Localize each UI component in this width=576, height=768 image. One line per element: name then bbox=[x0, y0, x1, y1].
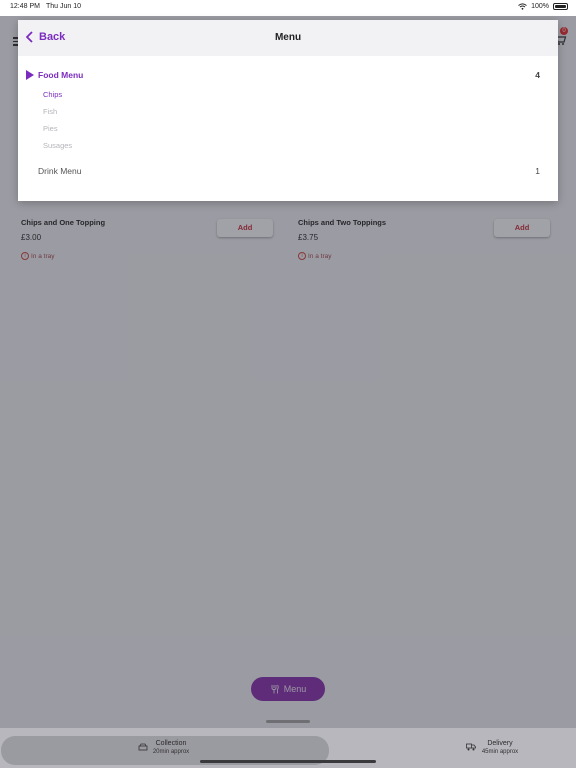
home-indicator bbox=[200, 760, 376, 763]
subcategory-fish[interactable]: Fish bbox=[43, 107, 57, 116]
subcategory-pies[interactable]: Pies bbox=[43, 124, 58, 133]
status-date: Thu Jun 10 bbox=[46, 3, 82, 10]
category-food-menu[interactable]: Food Menu 4 bbox=[26, 70, 540, 80]
category-label: Food Menu bbox=[38, 70, 84, 80]
collection-icon bbox=[138, 743, 148, 751]
battery-icon bbox=[553, 3, 568, 10]
panel-title: Menu bbox=[274, 32, 302, 43]
category-count: 4 bbox=[535, 70, 540, 80]
delivery-icon[interactable] bbox=[466, 743, 476, 751]
panel-header: Back Menu bbox=[18, 20, 558, 56]
delivery-label: Delivery bbox=[487, 740, 513, 747]
menu-panel: Back Menu Food Menu 4 Chips Fish Pies Su… bbox=[18, 20, 558, 201]
category-drink-menu[interactable]: Drink Menu 1 bbox=[38, 166, 540, 176]
subcategory-susages[interactable]: Susages bbox=[43, 141, 72, 150]
battery-percent: 100% bbox=[531, 3, 549, 10]
status-right: 100% bbox=[518, 3, 568, 10]
subcategory-chips[interactable]: Chips bbox=[43, 90, 62, 99]
status-time: 12:48 PM bbox=[10, 3, 40, 10]
delivery-time: 45min approx bbox=[481, 749, 519, 755]
sheet-handle[interactable] bbox=[266, 720, 310, 723]
collection-text: Collection 20min approx bbox=[150, 740, 192, 755]
wifi-icon bbox=[518, 3, 527, 10]
tab-delivery[interactable]: Delivery 45min approx bbox=[478, 740, 522, 755]
category-label: Drink Menu bbox=[38, 166, 82, 176]
play-triangle-icon bbox=[26, 70, 34, 80]
collection-label: Collection bbox=[155, 740, 187, 747]
status-bar: 12:48 PM Thu Jun 10 100% bbox=[0, 0, 576, 16]
collection-time: 20min approx bbox=[152, 749, 190, 755]
category-count: 1 bbox=[535, 166, 540, 176]
